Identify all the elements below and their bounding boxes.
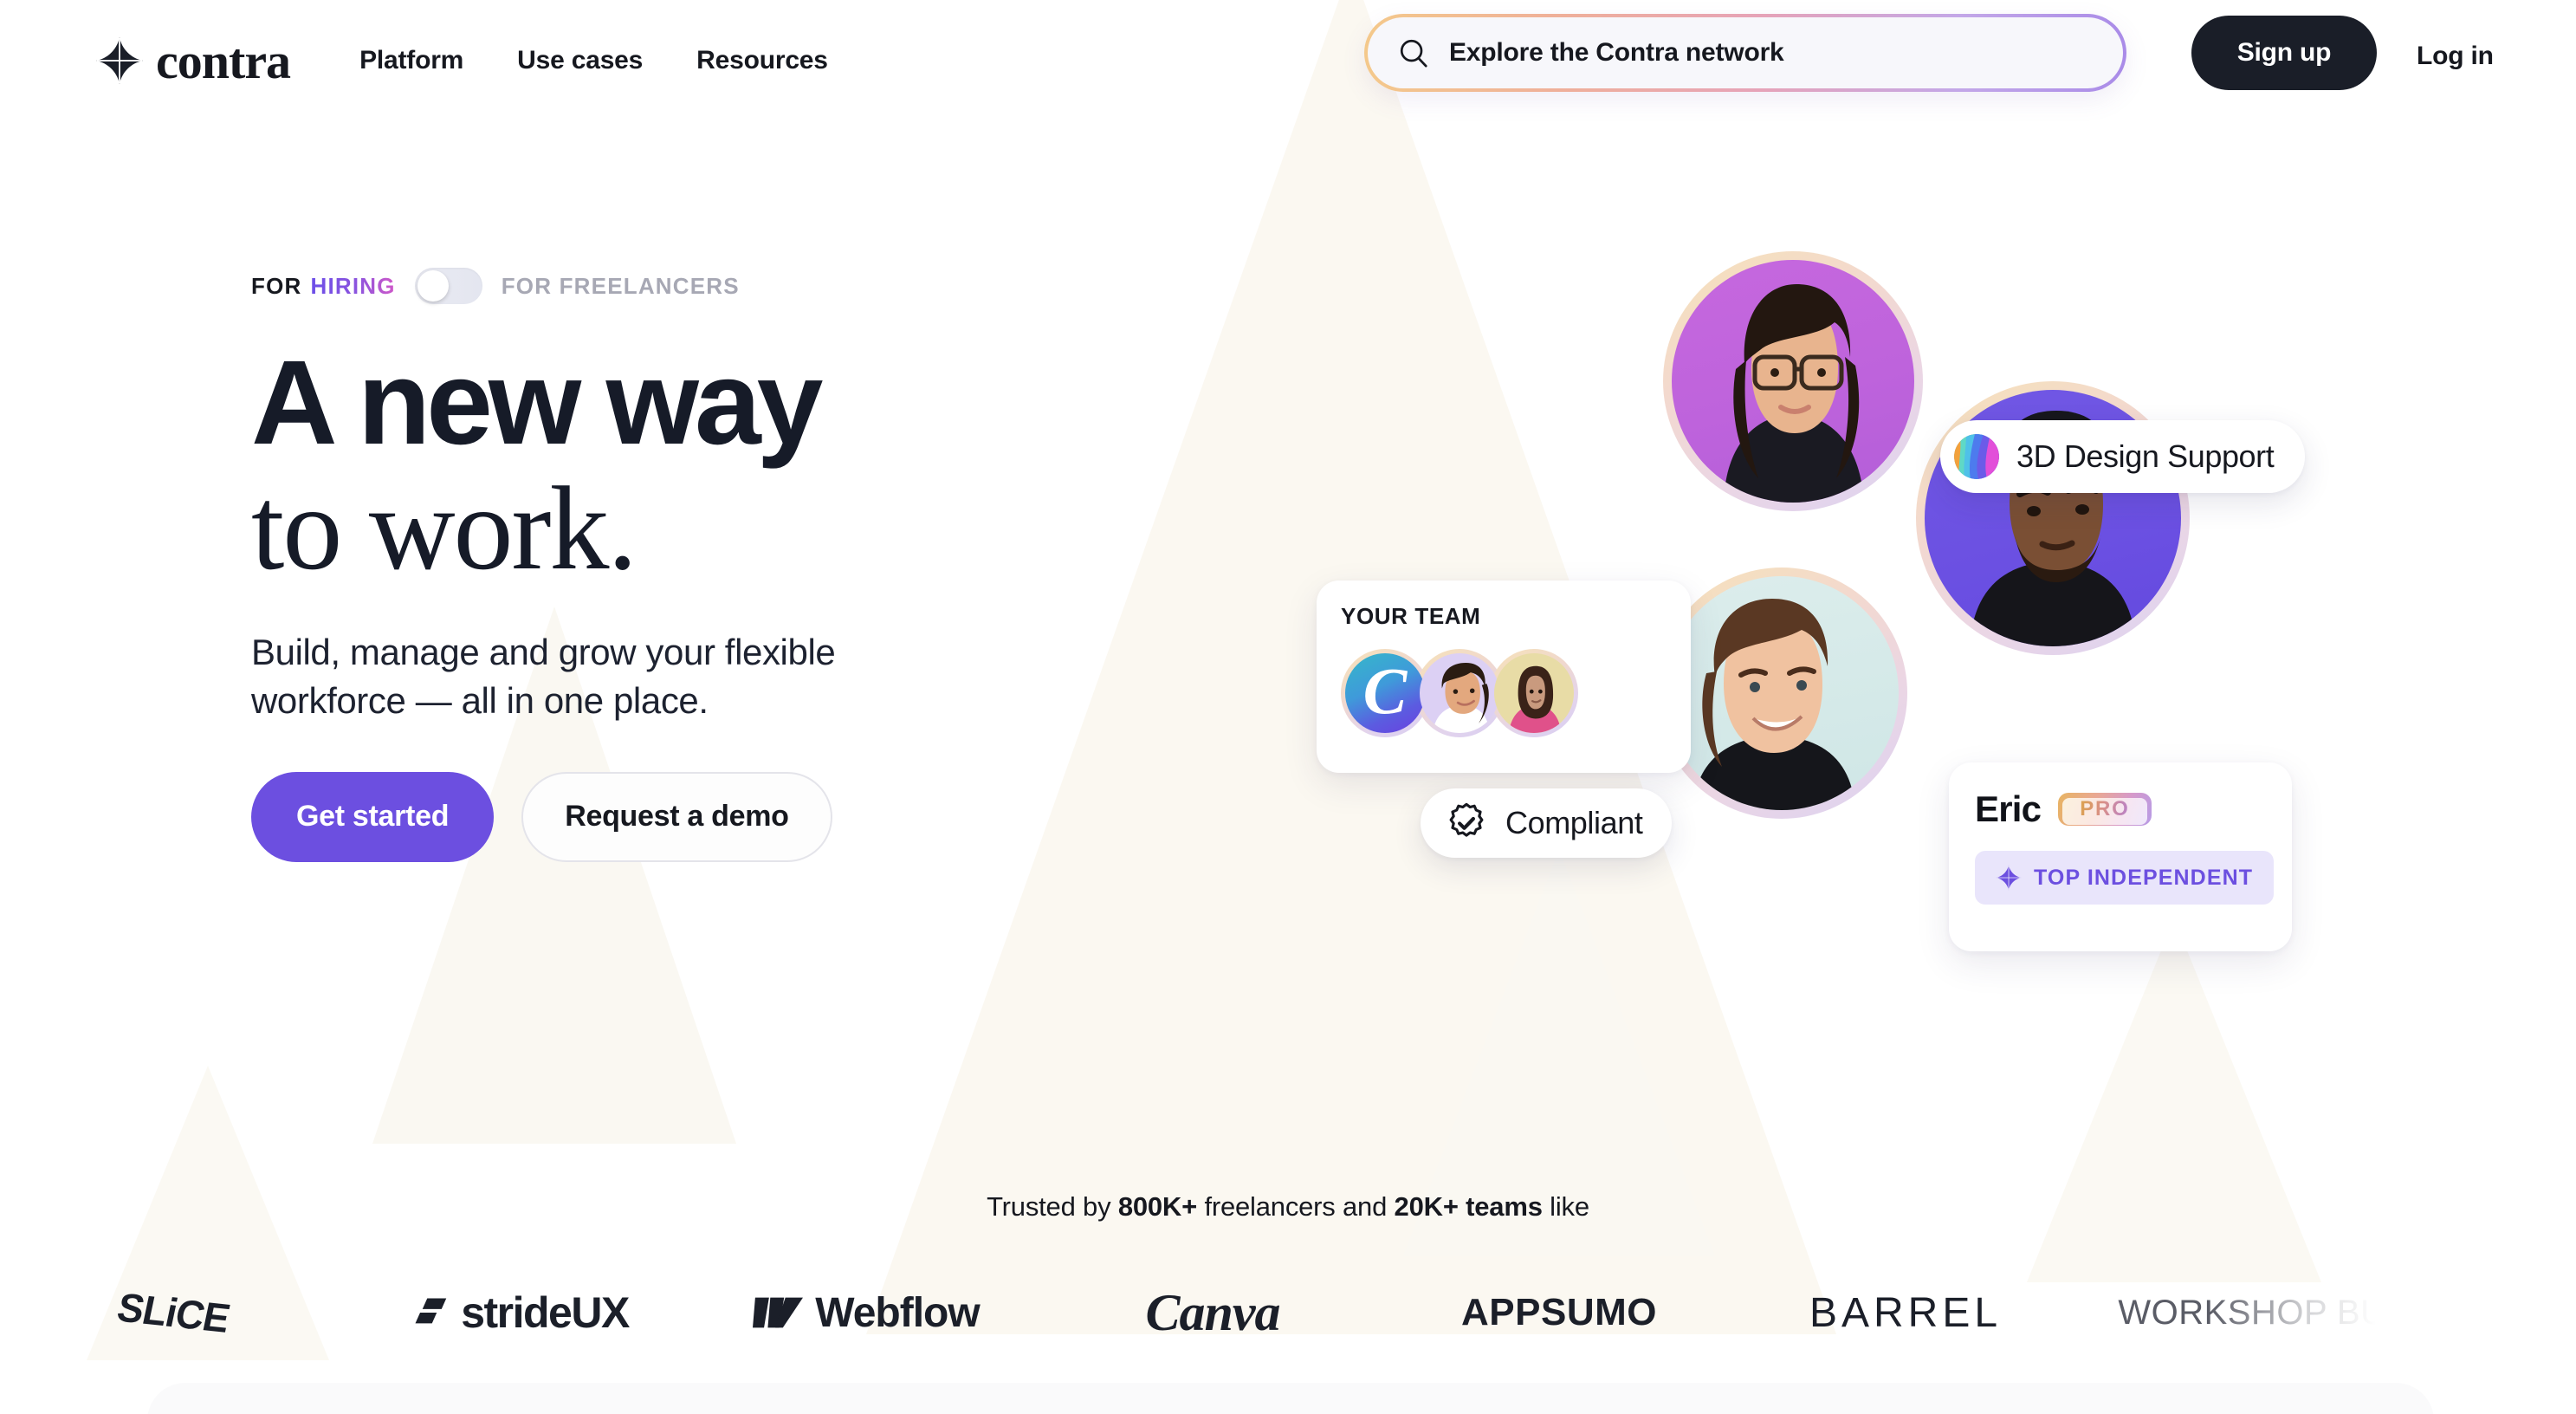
logo-barrel-label: BARREL — [1809, 1289, 2003, 1336]
logo-slice-label: SLiCE — [113, 1284, 234, 1341]
toggle-knob — [417, 270, 449, 302]
pro-badge: PRO — [2058, 793, 2152, 826]
nav-item-use-cases[interactable]: Use cases — [517, 46, 643, 75]
logo-strip: SLiCE strideUX Webflow Canva APPSUMO BAR — [0, 1261, 2576, 1365]
trusted-stat-freelancers: 800K+ — [1117, 1191, 1198, 1222]
top-independent-label: TOP INDEPENDENT — [2034, 865, 2254, 890]
avatar-illustration — [1693, 599, 1855, 810]
trusted-suffix: like — [1542, 1191, 1589, 1222]
pro-badge-label: PRO — [2080, 797, 2130, 821]
trusted-stat-teams: 20K+ teams — [1394, 1191, 1543, 1222]
logo-appsumo: APPSUMO — [1386, 1291, 1732, 1334]
logo-webflow-label: Webflow — [815, 1289, 980, 1336]
logo-appsumo-label: APPSUMO — [1461, 1291, 1657, 1333]
headline-line-2: to work. — [251, 462, 638, 594]
avatar-photo — [1665, 576, 1899, 810]
page-bottom-edge — [147, 1383, 2434, 1414]
pro-badge-inner: PRO — [2062, 797, 2147, 825]
hero-content: FOR HIRING FOR FREELANCERS A new way to … — [251, 260, 1204, 862]
team-avatar-3 — [1490, 649, 1578, 737]
brand-logo[interactable]: contra — [95, 33, 291, 89]
team-avatar-inner — [1494, 653, 1574, 733]
get-started-button[interactable]: Get started — [251, 771, 495, 862]
compliant-pill[interactable]: Compliant — [1421, 788, 1673, 858]
toggle-active-label: HIRING — [310, 272, 396, 299]
audience-toggle-switch[interactable] — [414, 268, 482, 304]
verified-badge-icon — [1449, 802, 1484, 837]
logo-workshop: WORKSHOP BU — [2079, 1294, 2425, 1333]
top-independent-badge: TOP INDEPENDENT — [1975, 851, 2275, 905]
eric-profile-card[interactable]: Eric PRO TOP INDEPENDENT — [1949, 762, 2292, 951]
trusted-by-text: Trusted by 800K+ freelancers and 20K+ te… — [0, 1191, 2576, 1223]
logo-strideux: strideUX — [346, 1288, 693, 1338]
team-avatar-contra: C — [1341, 649, 1429, 737]
avatar-woman-glasses — [1663, 251, 1923, 511]
swirl-gradient-icon — [1954, 434, 1999, 479]
eric-name-row: Eric PRO — [1975, 788, 2292, 830]
nav-item-platform[interactable]: Platform — [359, 46, 463, 75]
hero-collage: YOUR TEAM C 3D Design Support Compliant … — [1299, 251, 2512, 970]
landing-page: contra Platform Use cases Resources Expl… — [0, 0, 2576, 1414]
your-team-card: YOUR TEAM C — [1317, 581, 1691, 773]
hero-headline: A new way to work. — [251, 343, 1204, 592]
audience-toggle[interactable]: FOR HIRING FOR FREELANCERS — [251, 260, 1204, 312]
avatar-illustration — [1432, 663, 1490, 733]
nav-item-resources[interactable]: Resources — [696, 46, 828, 75]
background-triangle-3 — [2027, 918, 2321, 1282]
contra-c-glyph: C — [1362, 655, 1408, 729]
logo-canva: Canva — [1039, 1283, 1386, 1343]
team-avatar-2 — [1415, 649, 1504, 737]
contra-sparkle-logo-icon — [96, 37, 143, 84]
contra-sparkle-icon — [1996, 865, 2022, 891]
strideux-mark-icon — [415, 1298, 447, 1324]
webflow-mark-icon — [753, 1297, 804, 1328]
trusted-prefix: Trusted by — [987, 1191, 1118, 1222]
3d-design-support-label: 3D Design Support — [2016, 438, 2275, 474]
compliant-label: Compliant — [1505, 805, 1643, 840]
eric-name: Eric — [1975, 788, 2042, 829]
avatar-illustration — [1508, 665, 1562, 733]
toggle-inactive-label[interactable]: FOR FREELANCERS — [502, 273, 740, 300]
headline-line-1: A new way — [251, 336, 823, 470]
logo-slice: SLiCE — [0, 1284, 346, 1341]
toggle-prefix: FOR — [251, 272, 302, 299]
hero-subhead: Build, manage and grow your flexible wor… — [251, 631, 836, 721]
logo-webflow: Webflow — [693, 1289, 1039, 1337]
site-header: contra Platform Use cases Resources — [0, 0, 2576, 121]
your-team-avatars: C — [1341, 649, 1691, 737]
main-nav: Platform Use cases Resources — [359, 46, 828, 75]
logo-canva-label: Canva — [1145, 1283, 1280, 1341]
trusted-mid: freelancers and — [1197, 1191, 1395, 1222]
team-avatar-inner: C — [1345, 653, 1425, 733]
avatar-photo — [1672, 260, 1914, 503]
brand-name: contra — [156, 33, 291, 89]
team-avatar-inner — [1420, 653, 1499, 733]
hero-cta-row: Get started Request a demo — [251, 771, 1204, 862]
request-demo-button[interactable]: Request a demo — [521, 771, 832, 862]
logo-barrel: BARREL — [1732, 1289, 2079, 1337]
logo-workshop-label: WORKSHOP BU — [2118, 1293, 2386, 1332]
3d-design-support-pill[interactable]: 3D Design Support — [1940, 420, 2306, 493]
slice-wrap: SLiCE — [113, 1283, 234, 1342]
logo-strideux-label: strideUX — [461, 1288, 630, 1337]
your-team-title: YOUR TEAM — [1341, 603, 1481, 629]
avatar-curly-hair-man — [1656, 568, 1907, 819]
avatar-illustration — [1724, 284, 1864, 503]
